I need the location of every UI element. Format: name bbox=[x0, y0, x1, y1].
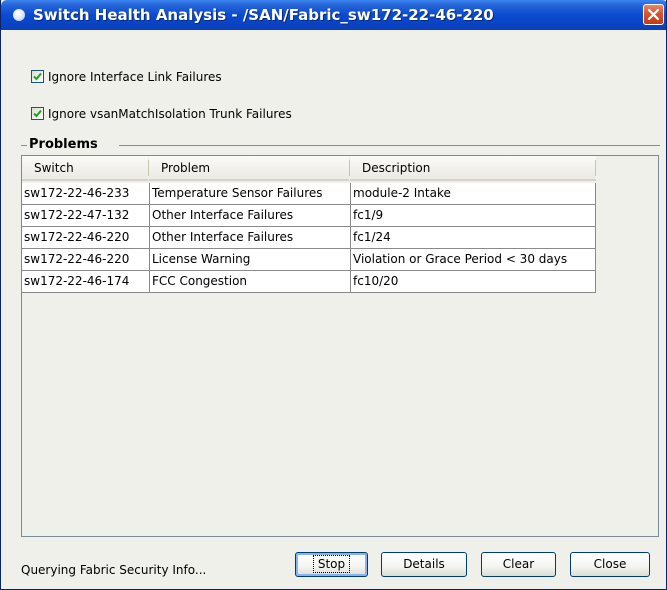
cell-switch: sw172-22-46-233 bbox=[22, 183, 150, 205]
column-header-problem[interactable]: Problem bbox=[149, 156, 349, 181]
table-row[interactable]: sw172-22-46-220 Other Interface Failures… bbox=[22, 227, 596, 249]
checkmark-icon bbox=[33, 72, 42, 81]
dialog-window: Switch Health Analysis - /SAN/Fabric_sw1… bbox=[0, 0, 667, 590]
cell-switch: sw172-22-46-220 bbox=[22, 227, 150, 249]
cell-description: fc1/9 bbox=[351, 205, 596, 227]
table-header: Switch Problem Description bbox=[22, 156, 596, 181]
cell-problem: FCC Congestion bbox=[150, 271, 351, 293]
ignore-link-failures-label: Ignore Interface Link Failures bbox=[48, 70, 222, 84]
details-button-label: Details bbox=[403, 557, 445, 571]
cell-switch: sw172-22-46-174 bbox=[22, 271, 150, 293]
table-row[interactable]: sw172-22-46-233 Temperature Sensor Failu… bbox=[22, 183, 596, 205]
cell-description: fc10/20 bbox=[351, 271, 596, 293]
group-border bbox=[119, 145, 660, 146]
status-text: Querying Fabric Security Info... bbox=[21, 563, 207, 577]
close-icon bbox=[647, 8, 660, 21]
title-bar[interactable]: Switch Health Analysis - /SAN/Fabric_sw1… bbox=[1, 0, 666, 30]
window-title: Switch Health Analysis - /SAN/Fabric_sw1… bbox=[33, 6, 494, 24]
problems-group-title: Problems bbox=[27, 137, 100, 153]
cell-problem: Temperature Sensor Failures bbox=[150, 183, 351, 205]
checkmark-icon bbox=[33, 109, 42, 118]
table-row[interactable]: sw172-22-46-174 FCC Congestion fc10/20 bbox=[22, 271, 596, 293]
clear-button[interactable]: Clear bbox=[481, 552, 556, 577]
cell-description: module-2 Intake bbox=[351, 183, 596, 205]
cell-switch: sw172-22-46-220 bbox=[22, 249, 150, 271]
cell-switch: sw172-22-47-132 bbox=[22, 205, 150, 227]
problems-table[interactable]: Switch Problem Description sw172-22-46-2… bbox=[21, 155, 659, 537]
cell-description: Violation or Grace Period < 30 days bbox=[351, 249, 596, 271]
details-button[interactable]: Details bbox=[381, 552, 467, 577]
app-icon bbox=[13, 9, 25, 21]
cell-problem: Other Interface Failures bbox=[150, 227, 351, 249]
close-button[interactable]: Close bbox=[570, 552, 650, 577]
ignore-link-failures-checkbox[interactable] bbox=[31, 70, 44, 83]
cell-problem: Other Interface Failures bbox=[150, 205, 351, 227]
cell-description: fc1/24 bbox=[351, 227, 596, 249]
cell-problem: License Warning bbox=[150, 249, 351, 271]
table-row[interactable]: sw172-22-47-132 Other Interface Failures… bbox=[22, 205, 596, 227]
column-header-switch[interactable]: Switch bbox=[22, 156, 148, 181]
column-header-description[interactable]: Description bbox=[350, 156, 596, 181]
stop-button-label: Stop bbox=[312, 555, 351, 573]
table-row[interactable]: sw172-22-46-220 License Warning Violatio… bbox=[22, 249, 596, 271]
column-divider[interactable] bbox=[595, 160, 596, 176]
close-button-label: Close bbox=[593, 557, 627, 571]
ignore-trunk-failures-checkbox[interactable] bbox=[31, 107, 44, 120]
ignore-trunk-failures-label: Ignore vsanMatchIsolation Trunk Failures bbox=[48, 107, 292, 121]
clear-button-label: Clear bbox=[502, 557, 535, 571]
close-window-button[interactable] bbox=[643, 4, 664, 25]
stop-button[interactable]: Stop bbox=[295, 552, 368, 577]
